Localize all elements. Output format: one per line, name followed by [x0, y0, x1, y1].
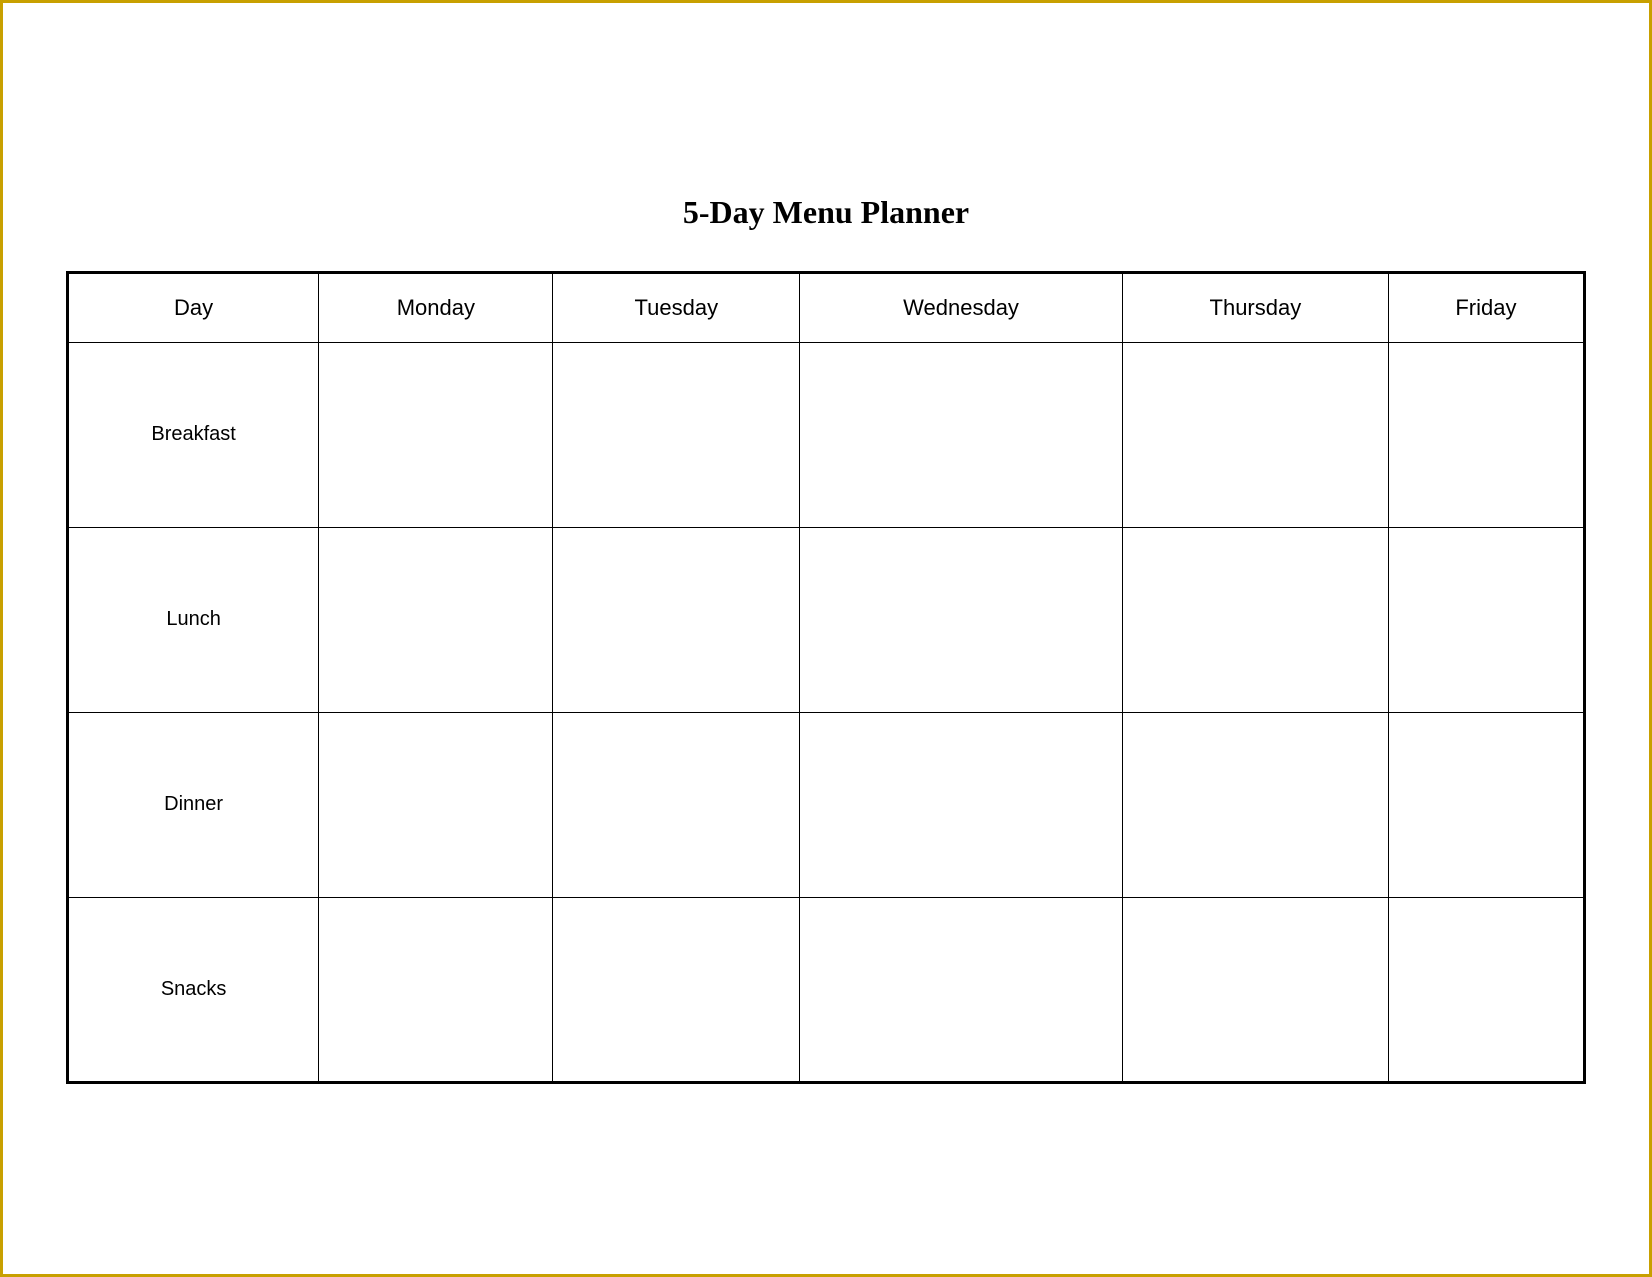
data-cell[interactable]	[1388, 342, 1584, 527]
row-label-snacks[interactable]: Snacks	[68, 897, 319, 1082]
data-cell[interactable]	[1388, 897, 1584, 1082]
col-wednesday: Wednesday	[800, 272, 1123, 342]
page-container: 5-Day Menu Planner Day Monday Tuesday We…	[36, 154, 1616, 1124]
data-cell[interactable]	[1388, 712, 1584, 897]
data-cell[interactable]	[1122, 897, 1388, 1082]
col-friday: Friday	[1388, 272, 1584, 342]
data-cell[interactable]	[553, 712, 800, 897]
page-title: 5-Day Menu Planner	[66, 194, 1586, 231]
row-label-breakfast[interactable]: Breakfast	[68, 342, 319, 527]
data-cell[interactable]	[800, 342, 1123, 527]
data-cell[interactable]	[800, 897, 1123, 1082]
data-cell[interactable]	[800, 527, 1123, 712]
data-cell[interactable]	[319, 342, 553, 527]
header-row: Day Monday Tuesday Wednesday Thursday Fr…	[68, 272, 1585, 342]
data-cell[interactable]	[553, 342, 800, 527]
data-cell[interactable]	[1388, 527, 1584, 712]
col-monday: Monday	[319, 272, 553, 342]
data-cell[interactable]	[319, 527, 553, 712]
data-cell[interactable]	[319, 712, 553, 897]
planner-table: Day Monday Tuesday Wednesday Thursday Fr…	[66, 271, 1586, 1084]
data-cell[interactable]	[1122, 342, 1388, 527]
col-thursday: Thursday	[1122, 272, 1388, 342]
table-row: Lunch	[68, 527, 1585, 712]
table-row: Dinner	[68, 712, 1585, 897]
data-cell[interactable]	[553, 897, 800, 1082]
table-row: Snacks	[68, 897, 1585, 1082]
data-cell[interactable]	[319, 897, 553, 1082]
table-row: Breakfast	[68, 342, 1585, 527]
data-cell[interactable]	[553, 527, 800, 712]
data-cell[interactable]	[1122, 527, 1388, 712]
row-label-lunch[interactable]: Lunch	[68, 527, 319, 712]
col-day: Day	[68, 272, 319, 342]
row-label-dinner[interactable]: Dinner	[68, 712, 319, 897]
data-cell[interactable]	[800, 712, 1123, 897]
col-tuesday: Tuesday	[553, 272, 800, 342]
data-cell[interactable]	[1122, 712, 1388, 897]
